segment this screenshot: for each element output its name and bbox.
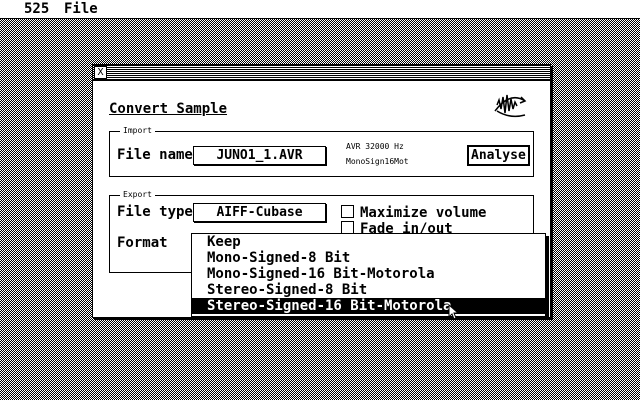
format-popup-menu[interactable]: Keep Mono-Signed-8 Bit Mono-Signed-16 Bi…: [191, 233, 546, 317]
format-option-stereo-16-motorola[interactable]: Stereo-Signed-16 Bit-Motorola: [192, 298, 545, 314]
import-group-label: Import: [120, 125, 155, 137]
format-option-keep[interactable]: Keep: [192, 234, 545, 250]
format-label: Format: [117, 235, 168, 251]
file-name-label: File name: [117, 147, 193, 163]
menu-file[interactable]: File: [64, 0, 98, 18]
mouse-pointer-icon: [448, 304, 460, 320]
menu-bar: 525 File: [0, 0, 640, 19]
maximize-volume-label: Maximize volume: [360, 205, 487, 221]
window-titlebar[interactable]: X: [93, 65, 550, 81]
format-option-mono-16-motorola[interactable]: Mono-Signed-16 Bit-Motorola: [192, 266, 545, 282]
format-option-mono-8[interactable]: Mono-Signed-8 Bit: [192, 250, 545, 266]
sample-rate-info: AVR 32000 Hz: [346, 142, 404, 151]
close-box-icon[interactable]: X: [94, 66, 107, 79]
maximize-volume-checkbox[interactable]: Maximize volume: [341, 205, 486, 220]
export-group-label: Export: [120, 189, 155, 201]
file-type-label: File type: [117, 204, 193, 220]
sample-format-info: MonoSign16Mot: [346, 157, 409, 166]
file-name-button[interactable]: JUNO1_1.AVR: [193, 146, 326, 165]
maximize-volume-box[interactable]: [341, 205, 354, 218]
format-option-stereo-8[interactable]: Stereo-Signed-8 Bit: [192, 282, 545, 298]
file-type-button[interactable]: AIFF-Cubase: [193, 203, 326, 222]
analyse-button[interactable]: Analyse: [467, 145, 530, 166]
menu-app-title[interactable]: 525: [24, 0, 49, 18]
waveform-logo-icon: [494, 94, 527, 118]
dialog-title: Convert Sample: [109, 101, 228, 117]
